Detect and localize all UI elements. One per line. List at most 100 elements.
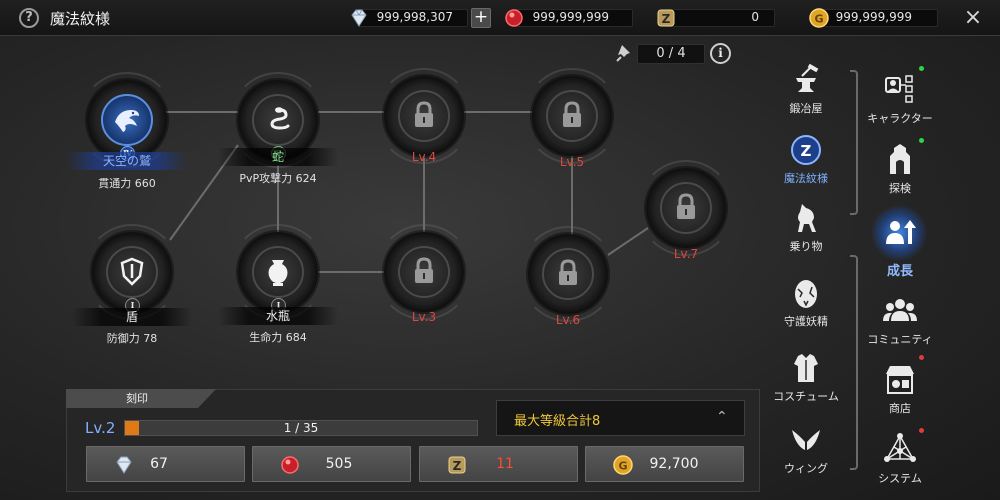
rune-node-stat: 防御力 78 — [106, 332, 158, 345]
notification-dot — [919, 428, 924, 433]
rune-node-stat: PvP攻撃力 624 — [239, 172, 317, 185]
menu-label: 商店 — [889, 402, 911, 415]
max-level-text: 最大等級合計8 — [514, 414, 601, 429]
notification-dot — [919, 66, 924, 71]
cost-z-token: Z 11 — [419, 446, 578, 482]
menu-growth[interactable] — [860, 214, 940, 250]
currency-red-gem: 999,999,999 — [503, 7, 633, 29]
menu-label: キャラクター — [867, 112, 933, 125]
growth-icon — [886, 220, 916, 244]
shop-icon — [886, 366, 914, 394]
rune-node-eagle[interactable]: Ⅳ — [79, 72, 175, 168]
submenu-label: 鍛冶屋 — [789, 102, 823, 115]
rune-node-vase[interactable]: Ⅰ — [230, 224, 326, 320]
diamond-icon — [116, 456, 132, 474]
character-icon — [885, 75, 913, 103]
snake-icon — [270, 107, 290, 130]
cost-gold: G 92,700 — [585, 446, 744, 482]
rune-node-name: 水瓶 — [218, 307, 338, 325]
svg-text:G: G — [618, 460, 627, 473]
currency-diamond: 999,998,307 — [348, 7, 468, 29]
svg-text:Z: Z — [453, 459, 462, 473]
svg-text:Z: Z — [662, 12, 671, 26]
menu-shop[interactable]: 商店 — [860, 362, 940, 416]
magic-rune-icon: Z — [791, 135, 821, 165]
cost-value: 11 — [496, 456, 514, 472]
add-currency-button[interactable]: + — [471, 8, 491, 28]
gold-coin-icon: G — [613, 455, 633, 475]
egg-icon — [795, 280, 817, 308]
submenu-mount[interactable]: 乗り物 — [766, 200, 846, 254]
menu-label: コミュニティ — [867, 333, 933, 346]
rune-node-name: 盾 — [72, 308, 192, 326]
page-title: 魔法紋様 — [50, 10, 111, 28]
pin-icon — [616, 45, 630, 62]
vase-icon — [268, 260, 288, 286]
notification-dot — [919, 355, 924, 360]
menu-explore[interactable]: 探検 — [860, 142, 940, 196]
gold-coin-icon: G — [809, 8, 829, 28]
locked-node-lv5[interactable] — [524, 68, 620, 164]
red-gem-icon — [281, 456, 299, 474]
submenu-blacksmith[interactable]: 鍛冶屋 — [766, 62, 846, 116]
engrave-tab: 刻印 — [66, 389, 216, 408]
horse-icon — [798, 204, 816, 232]
close-icon[interactable]: × — [962, 7, 984, 29]
rune-node-shield[interactable]: Ⅰ — [84, 224, 180, 320]
engrave-progress-text: 1 / 35 — [283, 421, 319, 435]
rune-node-name: 天空の鷲 — [67, 152, 187, 170]
shield-icon — [120, 257, 144, 286]
engrave-progress-bar: 1 / 35 — [124, 420, 478, 436]
submenu-costume[interactable]: コスチューム — [766, 350, 846, 404]
red-gem-icon — [505, 9, 523, 27]
chevron-up-icon: ⌃ — [716, 409, 728, 425]
menu-system[interactable]: システム — [860, 432, 940, 486]
submenu-label: コスチューム — [773, 390, 839, 403]
menu-label: システム — [878, 472, 922, 485]
top-bar: ? 魔法紋様 999,998,307 + 999,999,999 Z 0 G 9… — [0, 0, 1000, 36]
currency-diamond-value: 999,998,307 — [376, 10, 453, 24]
max-level-dropdown[interactable]: 最大等級合計8 ⌃ — [496, 400, 745, 436]
currency-gold-value: 999,999,999 — [835, 10, 912, 24]
submenu-wing[interactable]: ウィング — [766, 422, 846, 476]
currency-red-gem-value: 999,999,999 — [532, 10, 609, 24]
locked-node-lv7[interactable] — [638, 160, 734, 256]
lock-icon — [563, 101, 581, 127]
locked-node-lv4[interactable] — [376, 68, 472, 164]
cost-red-gem: 505 — [252, 446, 411, 482]
menu-character[interactable]: キャラクター — [860, 72, 940, 126]
submenu-guardian-fairy[interactable]: 守護妖精 — [766, 275, 846, 329]
submenu-label: ウィング — [784, 462, 828, 475]
eagle-icon — [115, 110, 139, 132]
rune-node-name: 蛇 — [218, 148, 338, 166]
wings-icon — [792, 430, 820, 450]
lock-icon — [559, 259, 577, 285]
currency-z-token: Z 0 — [655, 7, 775, 29]
locked-node-label: Lv.5 — [559, 155, 585, 169]
pin-counter: 0 / 4 — [637, 44, 705, 64]
rune-node-stat: 生命力 684 — [249, 331, 307, 344]
locked-node-lv3[interactable] — [376, 224, 472, 320]
menu-community[interactable]: コミュニティ — [860, 293, 940, 347]
locked-node-label: Lv.7 — [673, 247, 699, 261]
engrave-level: Lv.2 — [85, 419, 116, 437]
submenu-label: 守護妖精 — [784, 315, 828, 328]
currency-gold: G 999,999,999 — [808, 7, 938, 29]
submenu-magic-rune[interactable]: Z 魔法紋様 — [766, 132, 846, 186]
rune-node-stat: 貫通力 660 — [98, 177, 156, 190]
cost-value: 67 — [150, 456, 168, 472]
info-icon[interactable]: i — [710, 43, 731, 64]
cost-value: 505 — [325, 456, 353, 472]
locked-node-lv6[interactable] — [520, 226, 616, 322]
svg-text:G: G — [814, 13, 823, 26]
community-icon — [883, 299, 917, 321]
notification-dot — [919, 138, 924, 143]
z-token-icon: Z — [657, 9, 675, 27]
armor-icon — [794, 354, 818, 382]
explore-icon — [890, 144, 910, 174]
lock-icon — [677, 193, 695, 219]
help-icon[interactable]: ? — [19, 8, 39, 28]
locked-node-label: Lv.3 — [411, 310, 437, 324]
svg-text:Z: Z — [801, 142, 812, 160]
cost-value: 92,700 — [649, 456, 699, 472]
